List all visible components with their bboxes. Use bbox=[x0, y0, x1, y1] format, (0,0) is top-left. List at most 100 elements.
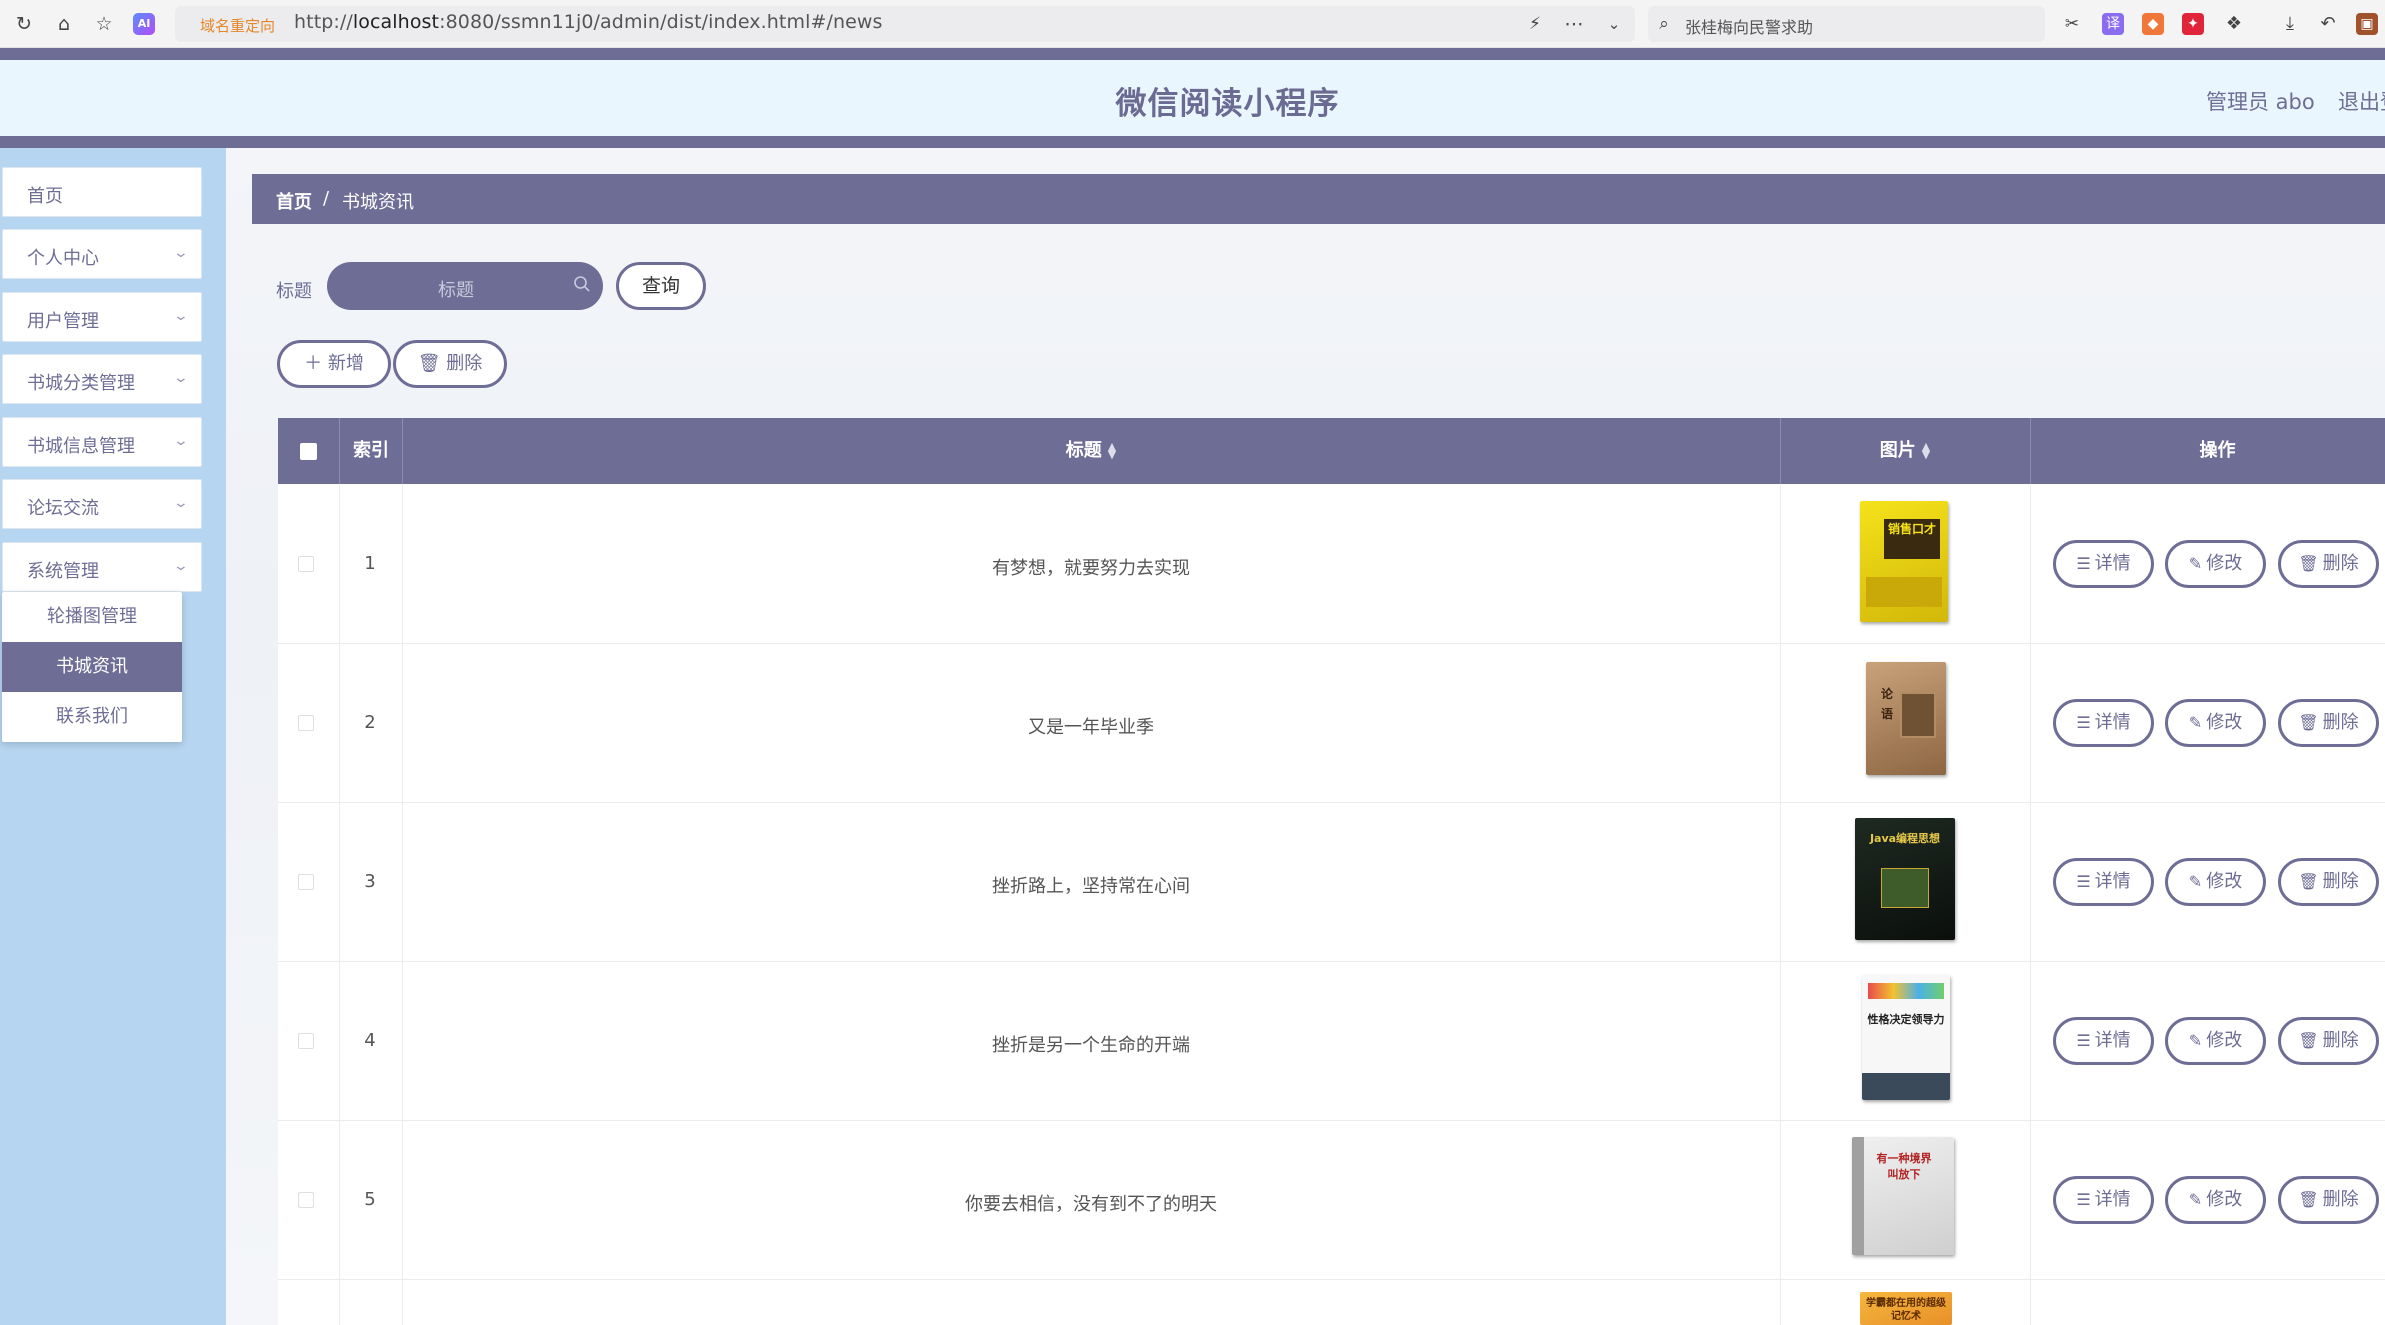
detail-button[interactable]: ☰ 详情 bbox=[2053, 858, 2154, 906]
ai-assistant-icon[interactable]: AI bbox=[133, 13, 155, 35]
detail-button[interactable]: ☰ 详情 bbox=[2053, 1017, 2154, 1065]
delete-button[interactable]: 🗑︎ 删除 bbox=[2278, 540, 2379, 588]
delete-button[interactable]: 🗑︎ 删除 bbox=[2278, 1176, 2379, 1224]
detail-button[interactable]: ☰ 详情 bbox=[2053, 1176, 2154, 1224]
chevron-down-icon[interactable]: ⌄ bbox=[1602, 12, 1626, 36]
submenu-item-contact[interactable]: 联系我们 bbox=[2, 692, 182, 742]
sidebar-item-book-categories[interactable]: 书城分类管理 ⌄ bbox=[2, 354, 202, 404]
header-image[interactable]: 图片 ▲ ▼ bbox=[1780, 418, 2030, 484]
home-icon[interactable]: ⌂ bbox=[52, 12, 76, 36]
game-icon[interactable]: ◆ bbox=[2142, 13, 2164, 35]
detail-button[interactable]: ☰ 详情 bbox=[2053, 699, 2154, 747]
search-icon bbox=[574, 276, 590, 292]
chevron-down-icon: ⌄ bbox=[172, 495, 190, 511]
logout-link[interactable]: 退出登 bbox=[2338, 86, 2385, 116]
redirect-tag: 域名重定向 bbox=[200, 17, 276, 35]
book-cover-image[interactable]: Java编程思想 bbox=[1855, 818, 1955, 940]
url-host: localhost bbox=[352, 11, 440, 33]
sidebar-item-forum[interactable]: 论坛交流 ⌄ bbox=[2, 479, 202, 529]
book-cover-spine bbox=[1852, 1137, 1864, 1255]
reload-icon[interactable]: ↻ bbox=[12, 12, 36, 36]
row-index: 1 bbox=[364, 553, 376, 574]
url-prefix: http:// bbox=[294, 11, 353, 33]
edit-button[interactable]: ✎ 修改 bbox=[2165, 1017, 2266, 1065]
book-cover-title: 学霸都在用的超级记忆术 bbox=[1866, 1298, 1946, 1322]
book-cover-image[interactable]: 销售口才 bbox=[1860, 501, 1948, 622]
sidebar-item-label: 书城信息管理 bbox=[27, 436, 135, 457]
book-cover-title: 性格决定领导力 bbox=[1867, 1013, 1945, 1026]
edit-button[interactable]: ✎ 修改 bbox=[2165, 540, 2266, 588]
briefcase-icon[interactable]: ▣ bbox=[2356, 13, 2378, 35]
edit-button-label: 修改 bbox=[2206, 1189, 2243, 1210]
translate-icon[interactable]: 译 bbox=[2102, 13, 2124, 35]
header-bottom-strip bbox=[0, 136, 2385, 148]
trash-icon: 🗑︎ bbox=[2298, 713, 2319, 732]
row-divider bbox=[278, 802, 2385, 803]
row-index: 2 bbox=[364, 712, 376, 733]
undo-icon[interactable]: ↶ bbox=[2316, 12, 2340, 36]
sidebar-item-users[interactable]: 用户管理 ⌄ bbox=[2, 292, 202, 342]
sort-icon[interactable]: ▲ ▼ bbox=[1108, 441, 1116, 460]
download-icon[interactable]: ⤓ bbox=[2278, 12, 2302, 36]
extension-red-icon[interactable]: ✦ bbox=[2182, 13, 2204, 35]
sidebar-item-label: 论坛交流 bbox=[27, 498, 99, 519]
sidebar-item-book-info[interactable]: 书城信息管理 ⌄ bbox=[2, 417, 202, 467]
puzzle-icon[interactable]: ❖ bbox=[2222, 12, 2246, 36]
book-cover-image[interactable]: 性格决定领导力 bbox=[1862, 975, 1950, 1100]
edit-button[interactable]: ✎ 修改 bbox=[2165, 858, 2266, 906]
bulk-delete-button[interactable]: 🗑︎ 删除 bbox=[393, 340, 507, 388]
add-button[interactable]: ＋ 新增 bbox=[277, 340, 391, 388]
document-icon: ☰ bbox=[2076, 1031, 2091, 1050]
detail-button[interactable]: ☰ 详情 bbox=[2053, 540, 2154, 588]
url-text[interactable]: http://localhost:8080/ssmn11j0/admin/dis… bbox=[294, 11, 883, 33]
document-icon: ☰ bbox=[2076, 1190, 2091, 1209]
sort-icon[interactable]: ▲ ▼ bbox=[1922, 441, 1930, 460]
query-button[interactable]: 查询 bbox=[616, 262, 706, 310]
row-title: 挫折路上，坚持常在心间 bbox=[992, 876, 1190, 897]
row-checkbox[interactable] bbox=[298, 715, 314, 731]
book-cover-image[interactable]: 论语 bbox=[1866, 662, 1946, 775]
sidebar-item-home[interactable]: 首页 bbox=[2, 167, 202, 217]
plus-icon: ＋ bbox=[304, 353, 323, 374]
scissors-icon[interactable]: ✂ bbox=[2060, 12, 2084, 36]
browser-search-text[interactable]: 张桂梅向民警求助 bbox=[1685, 14, 1813, 38]
admin-user-label: 管理员 abo bbox=[2206, 90, 2315, 114]
edit-button[interactable]: ✎ 修改 bbox=[2165, 1176, 2266, 1224]
sidebar-item-profile[interactable]: 个人中心 ⌄ bbox=[2, 229, 202, 279]
select-all-checkbox[interactable] bbox=[300, 443, 317, 460]
row-divider bbox=[278, 1279, 2385, 1280]
book-cover-art bbox=[1868, 983, 1944, 999]
more-icon[interactable]: ⋯ bbox=[1562, 12, 1586, 36]
trash-icon: 🗑︎ bbox=[2298, 1190, 2319, 1209]
chevron-down-icon: ⌄ bbox=[172, 433, 190, 449]
edit-button-label: 修改 bbox=[2206, 871, 2243, 892]
bookmark-star-icon[interactable]: ☆ bbox=[92, 12, 116, 36]
sidebar-item-system[interactable]: 系统管理 ⌄ bbox=[2, 542, 202, 592]
row-checkbox[interactable] bbox=[298, 556, 314, 572]
breadcrumb-home[interactable]: 首页 bbox=[276, 188, 312, 214]
document-icon: ☰ bbox=[2076, 554, 2091, 573]
submenu-item-carousel[interactable]: 轮播图管理 bbox=[2, 592, 182, 642]
row-checkbox[interactable] bbox=[298, 1033, 314, 1049]
header-title[interactable]: 标题 ▲ ▼ bbox=[402, 418, 1780, 484]
delete-button[interactable]: 🗑︎ 删除 bbox=[2278, 858, 2379, 906]
delete-button-label: 删除 bbox=[2322, 1030, 2359, 1051]
pencil-icon: ✎ bbox=[2188, 554, 2203, 573]
trash-icon: 🗑︎ bbox=[417, 353, 441, 374]
delete-button[interactable]: 🗑︎ 删除 bbox=[2278, 1017, 2379, 1065]
trash-icon: 🗑︎ bbox=[2298, 1031, 2319, 1050]
book-cover-image[interactable]: 学霸都在用的超级记忆术 bbox=[1860, 1292, 1952, 1325]
row-checkbox[interactable] bbox=[298, 874, 314, 890]
chevron-down-icon: ⌄ bbox=[172, 370, 190, 386]
chevron-down-icon: ⌄ bbox=[172, 308, 190, 324]
edit-button[interactable]: ✎ 修改 bbox=[2165, 699, 2266, 747]
row-checkbox[interactable] bbox=[298, 1192, 314, 1208]
book-cover-title: 论语 bbox=[1880, 687, 1893, 721]
delete-button[interactable]: 🗑︎ 删除 bbox=[2278, 699, 2379, 747]
document-icon: ☰ bbox=[2076, 713, 2091, 732]
submenu-item-news[interactable]: 书城资讯 bbox=[2, 642, 182, 692]
delete-button-label: 删除 bbox=[2322, 871, 2359, 892]
book-cover-image[interactable]: 有一种境界叫放下 bbox=[1852, 1137, 1954, 1255]
row-divider bbox=[278, 961, 2385, 962]
lightning-icon[interactable]: ⚡ bbox=[1523, 12, 1547, 36]
